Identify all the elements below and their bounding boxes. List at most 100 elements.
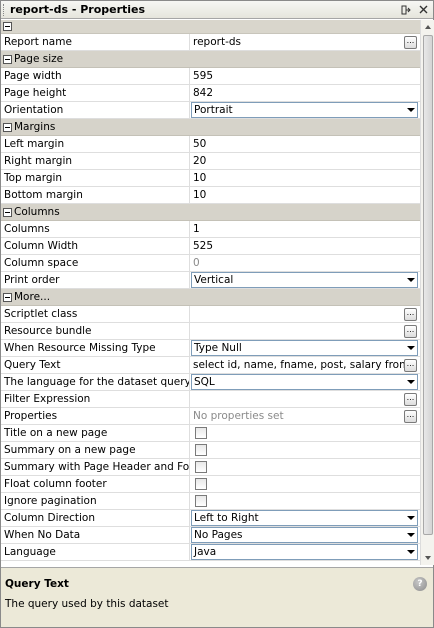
root-category[interactable] (1, 20, 420, 34)
property-value[interactable]: 1 (190, 221, 420, 237)
property-value[interactable]: SQL (190, 374, 420, 390)
property-value[interactable]: Vertical (190, 272, 420, 288)
property-row-column-direction[interactable]: Column Direction Left to Right (1, 510, 420, 527)
chevron-down-icon[interactable] (404, 341, 417, 355)
ellipsis-button[interactable]: ... (404, 392, 417, 406)
property-value[interactable]: Left to Right (190, 510, 420, 526)
property-value[interactable]: 595 (190, 68, 420, 84)
ellipsis-button[interactable]: ... (404, 409, 417, 423)
chevron-down-icon[interactable] (404, 103, 417, 117)
ellipsis-button[interactable]: ... (404, 324, 417, 338)
summary-header-footer-checkbox[interactable] (195, 461, 207, 473)
category-columns[interactable]: Columns (1, 204, 420, 221)
property-value[interactable]: Type Null (190, 340, 420, 356)
collapse-icon[interactable] (3, 122, 12, 132)
property-row-scriptlet-class[interactable]: Scriptlet class ... (1, 306, 420, 323)
property-row-right-margin[interactable]: Right margin 20 (1, 153, 420, 170)
chevron-down-icon[interactable] (404, 375, 417, 389)
query-text-value[interactable]: select id, name, fname, post, salary fro… (193, 359, 404, 371)
property-value[interactable]: ... (190, 391, 420, 407)
property-row-properties[interactable]: Properties No properties set... (1, 408, 420, 425)
property-row-page-width[interactable]: Page width 595 (1, 68, 420, 85)
help-icon[interactable]: ? (413, 577, 427, 591)
property-row-ignore-pagination[interactable]: Ignore pagination (1, 493, 420, 510)
property-row-query-language[interactable]: The language for the dataset query SQL (1, 374, 420, 391)
property-value[interactable]: 10 (190, 187, 420, 203)
property-row-columns[interactable]: Columns 1 (1, 221, 420, 238)
float-column-footer-checkbox[interactable] (195, 478, 207, 490)
category-page-size[interactable]: Page size (1, 51, 420, 68)
property-value[interactable]: 20 (190, 153, 420, 169)
property-row-summary-header-footer[interactable]: Summary with Page Header and Footer (1, 459, 420, 476)
chevron-down-icon[interactable] (404, 273, 417, 287)
property-value[interactable]: Java (190, 544, 420, 560)
orientation-dropdown[interactable]: Portrait (191, 102, 418, 118)
property-value[interactable]: 525 (190, 238, 420, 254)
property-row-column-width[interactable]: Column Width 525 (1, 238, 420, 255)
property-row-bottom-margin[interactable]: Bottom margin 10 (1, 187, 420, 204)
property-row-when-resource-missing[interactable]: When Resource Missing Type Type Null (1, 340, 420, 357)
print-order-dropdown[interactable]: Vertical (191, 272, 418, 288)
property-row-report-name[interactable]: Report name report-ds... (1, 34, 420, 51)
property-row-page-height[interactable]: Page height 842 (1, 85, 420, 102)
property-value[interactable]: Portrait (190, 102, 420, 118)
ellipsis-button[interactable]: ... (404, 358, 417, 372)
column-direction-dropdown[interactable]: Left to Right (191, 510, 418, 526)
property-value[interactable] (190, 442, 420, 458)
collapse-icon[interactable] (3, 54, 12, 64)
property-value[interactable]: 842 (190, 85, 420, 101)
property-row-title-new-page[interactable]: Title on a new page (1, 425, 420, 442)
report-name-value[interactable]: report-ds (193, 36, 404, 48)
collapse-icon[interactable] (3, 22, 12, 31)
property-row-when-no-data[interactable]: When No Data No Pages (1, 527, 420, 544)
scrollbar-thumb[interactable] (423, 35, 433, 535)
property-value[interactable]: No properties set... (190, 408, 420, 424)
title-new-page-checkbox[interactable] (195, 427, 207, 439)
category-margins[interactable]: Margins (1, 119, 420, 136)
drag-grip[interactable] (3, 3, 8, 16)
chevron-down-icon[interactable] (404, 511, 417, 525)
property-row-resource-bundle[interactable]: Resource bundle ... (1, 323, 420, 340)
category-more[interactable]: More... (1, 289, 420, 306)
property-row-language[interactable]: Language Java (1, 544, 420, 561)
property-value[interactable]: 0 (190, 255, 420, 271)
property-row-filter-expression[interactable]: Filter Expression ... (1, 391, 420, 408)
resource-missing-dropdown[interactable]: Type Null (191, 340, 418, 356)
ellipsis-button[interactable]: ... (404, 307, 417, 321)
scroll-down-icon[interactable] (422, 552, 434, 564)
scroll-up-icon[interactable] (422, 21, 434, 33)
property-value[interactable] (190, 493, 420, 509)
property-row-query-text[interactable]: Query Text select id, name, fname, post,… (1, 357, 420, 374)
property-row-left-margin[interactable]: Left margin 50 (1, 136, 420, 153)
chevron-down-icon[interactable] (404, 545, 417, 559)
collapse-icon[interactable] (3, 292, 12, 302)
property-name: Float column footer (1, 476, 190, 492)
property-value[interactable]: 10 (190, 170, 420, 186)
chevron-down-icon[interactable] (404, 528, 417, 542)
ignore-pagination-checkbox[interactable] (195, 495, 207, 507)
language-dropdown[interactable]: Java (191, 544, 418, 560)
pin-icon[interactable] (399, 3, 413, 17)
property-value[interactable] (190, 425, 420, 441)
close-icon[interactable] (416, 3, 430, 17)
property-value[interactable]: 50 (190, 136, 420, 152)
when-no-data-dropdown[interactable]: No Pages (191, 527, 418, 543)
property-row-summary-new-page[interactable]: Summary on a new page (1, 442, 420, 459)
property-value[interactable] (190, 476, 420, 492)
query-language-dropdown[interactable]: SQL (191, 374, 418, 390)
property-row-column-space[interactable]: Column space 0 (1, 255, 420, 272)
property-value[interactable]: select id, name, fname, post, salary fro… (190, 357, 420, 373)
summary-new-page-checkbox[interactable] (195, 444, 207, 456)
property-value[interactable]: ... (190, 306, 420, 322)
property-value[interactable]: report-ds... (190, 34, 420, 50)
property-value[interactable] (190, 459, 420, 475)
property-row-print-order[interactable]: Print order Vertical (1, 272, 420, 289)
property-row-orientation[interactable]: Orientation Portrait (1, 102, 420, 119)
collapse-icon[interactable] (3, 207, 12, 217)
property-row-float-column-footer[interactable]: Float column footer (1, 476, 420, 493)
property-row-top-margin[interactable]: Top margin 10 (1, 170, 420, 187)
property-value[interactable]: ... (190, 323, 420, 339)
vertical-scrollbar[interactable] (420, 20, 434, 565)
property-value[interactable]: No Pages (190, 527, 420, 543)
ellipsis-button[interactable]: ... (404, 35, 417, 49)
